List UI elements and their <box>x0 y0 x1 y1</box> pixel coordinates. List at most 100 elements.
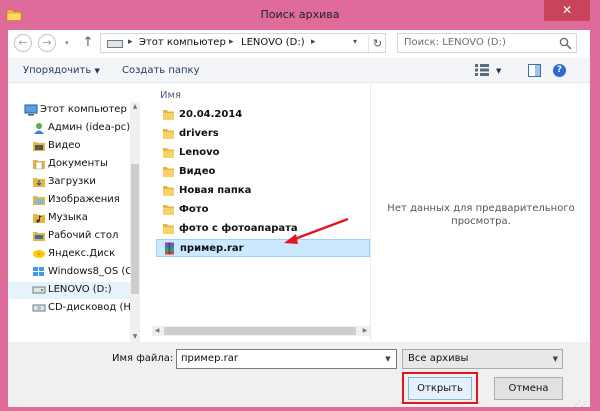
folder-icon <box>163 129 174 139</box>
breadcrumb-this-pc[interactable]: Этот компьютер <box>139 37 226 48</box>
open-button[interactable]: Открыть <box>408 377 472 400</box>
view-details-icon[interactable] <box>475 64 489 76</box>
list-item[interactable]: drivers <box>156 125 366 143</box>
list-item[interactable]: фото с фотоапарата <box>156 220 366 238</box>
recent-locations-dropdown[interactable]: ▾ <box>65 40 73 47</box>
scroll-right-icon[interactable]: ▶ <box>360 326 370 336</box>
sidebar-item-downloads[interactable]: Загрузки <box>8 174 130 191</box>
sidebar-item-label: Загрузки <box>48 176 96 187</box>
chevron-down-icon[interactable]: ▼ <box>381 351 395 367</box>
address-bar[interactable]: ▸ Этот компьютер ▸ LENOVO (D:) ▸ ▾ ↻ <box>100 33 386 53</box>
file-name: пример.rar <box>180 243 244 254</box>
file-name: Новая папка <box>179 185 252 196</box>
file-list: Имя 20.04.2014 drivers Lenovo Видео Нова… <box>152 84 370 340</box>
resize-grip-icon[interactable]: ⋰⋰ <box>574 400 588 408</box>
chevron-down-icon[interactable]: ▼ <box>553 352 558 367</box>
dialog-footer: Имя файла: пример.rar ▼ Все архивы ▼ Отк… <box>8 342 590 408</box>
view-options-dropdown[interactable]: ▼ <box>496 67 501 75</box>
list-item[interactable]: Фото <box>156 201 366 219</box>
search-box[interactable]: Поиск: LENOVO (D:) <box>397 33 577 53</box>
filename-value[interactable]: пример.rar <box>181 353 238 364</box>
sidebar-item-label: Админ (idea-pc) <box>48 122 131 133</box>
list-item[interactable]: Видео <box>156 163 366 181</box>
up-button[interactable]: ↑ <box>82 35 94 51</box>
pictures-folder-icon <box>33 196 45 205</box>
file-name: Видео <box>179 166 216 177</box>
organize-button[interactable]: Упорядочить ▼ <box>23 65 100 76</box>
sidebar-item-label: Этот компьютер <box>40 104 127 115</box>
command-toolbar: Упорядочить ▼ Создать папку ▼ ? <box>8 58 590 83</box>
breadcrumb-separator[interactable]: ▸ <box>128 37 133 47</box>
sidebar-item-desktop[interactable]: Рабочий стол <box>8 228 130 245</box>
folder-icon <box>163 148 174 158</box>
folder-icon <box>163 224 174 234</box>
sidebar-item-windows-drive[interactable]: Windows8_OS (C <box>8 264 132 281</box>
search-icon[interactable] <box>559 37 572 50</box>
preview-pane: Нет данных для предварительного просмотр… <box>370 84 590 340</box>
user-icon <box>34 123 44 134</box>
list-item[interactable]: Lenovo <box>156 144 366 162</box>
filetype-select[interactable]: Все архивы ▼ <box>402 349 563 369</box>
breadcrumb-lenovo-d[interactable]: LENOVO (D:) <box>241 37 305 48</box>
sidebar-item-admin[interactable]: Админ (idea-pc) <box>8 120 130 137</box>
file-name: Lenovo <box>179 147 220 158</box>
sidebar-item-this-pc[interactable]: Этот компьютер <box>8 102 130 119</box>
preview-message-line: Нет данных для предварительного <box>387 203 575 214</box>
sidebar-item-label: Видео <box>48 140 81 151</box>
navigation-pane: Этот компьютер Админ (idea-pc) Видео Док… <box>8 102 138 342</box>
sidebar-item-label: Рабочий стол <box>48 230 119 241</box>
cd-drive-icon <box>32 304 46 312</box>
sidebar-item-music[interactable]: Музыка <box>8 210 130 227</box>
scroll-left-icon[interactable]: ◀ <box>152 326 162 336</box>
breadcrumb-separator[interactable]: ▸ <box>311 37 316 47</box>
preview-pane-icon[interactable] <box>528 64 541 77</box>
sidebar-item-documents[interactable]: Документы <box>8 156 130 173</box>
windows-drive-icon <box>33 267 44 276</box>
scroll-down-icon[interactable]: ▼ <box>130 332 140 342</box>
list-item-selected[interactable]: пример.rar <box>156 239 370 257</box>
column-header-name[interactable]: Имя <box>160 90 181 101</box>
file-name: Фото <box>179 204 209 215</box>
back-button[interactable]: ← <box>14 34 32 52</box>
scroll-up-icon[interactable]: ▲ <box>130 102 140 112</box>
file-list-hscrollbar[interactable]: ◀ ▶ <box>152 326 370 336</box>
filename-input[interactable]: пример.rar ▼ <box>176 349 397 369</box>
help-icon[interactable]: ? <box>553 64 566 77</box>
sidebar-item-video[interactable]: Видео <box>8 138 130 155</box>
cancel-button[interactable]: Отмена <box>494 377 563 400</box>
filename-label: Имя файла: <box>112 353 174 364</box>
search-input[interactable]: Поиск: LENOVO (D:) <box>404 37 506 48</box>
forward-button[interactable]: → <box>38 34 56 52</box>
sidebar-item-label: LENOVO (D:) <box>48 284 112 295</box>
sidebar-item-yandex-disk[interactable]: Яндекс.Диск <box>8 246 130 263</box>
sidebar-item-cd-drive[interactable]: CD-дисковод (H <box>8 300 131 317</box>
address-dropdown[interactable]: ▾ <box>353 37 357 46</box>
rar-archive-icon <box>165 242 174 255</box>
list-item[interactable]: 20.04.2014 <box>156 106 366 124</box>
sidebar-item-label: Музыка <box>48 212 88 223</box>
downloads-folder-icon <box>33 178 45 187</box>
folder-icon <box>163 167 174 177</box>
folder-icon <box>163 110 174 120</box>
documents-folder-icon <box>33 160 45 170</box>
close-button[interactable]: ✕ <box>544 0 590 21</box>
dialog-client: ← → ▾ ↑ ▸ Этот компьютер ▸ LENOVO (D:) ▸… <box>8 30 590 408</box>
refresh-button[interactable]: ↻ <box>368 35 386 52</box>
chevron-down-icon: ▼ <box>94 67 100 75</box>
sidebar-item-label: Яндекс.Диск <box>48 248 116 259</box>
preview-message: Нет данных для предварительного просмотр… <box>381 202 581 228</box>
new-folder-button[interactable]: Создать папку <box>122 65 200 76</box>
music-folder-icon <box>33 214 45 223</box>
list-item[interactable]: Новая папка <box>156 182 366 200</box>
drive-icon <box>107 40 123 48</box>
file-list-hscrollbar-thumb[interactable] <box>164 327 356 335</box>
sidebar-item-lenovo-d[interactable]: LENOVO (D:) <box>8 282 130 299</box>
sidebar-item-pictures[interactable]: Изображения <box>8 192 130 209</box>
computer-icon <box>24 104 38 116</box>
sidebar-scrollbar[interactable]: ▲ ▼ <box>130 102 140 342</box>
sidebar-item-label: Изображения <box>48 194 120 205</box>
navigation-bar: ← → ▾ ↑ ▸ Этот компьютер ▸ LENOVO (D:) ▸… <box>8 30 590 56</box>
file-name: drivers <box>179 128 219 139</box>
breadcrumb-separator[interactable]: ▸ <box>229 37 234 47</box>
sidebar-scrollbar-thumb[interactable] <box>131 164 139 294</box>
